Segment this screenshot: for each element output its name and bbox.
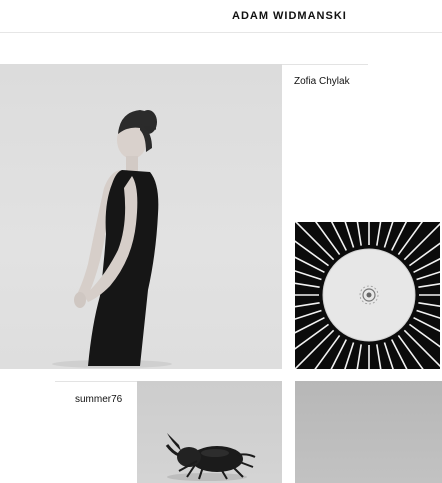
page: ADAM WIDMANSKI Zofia Chylak summer76 [0, 0, 442, 483]
photo-grey-abstract[interactable] [295, 381, 442, 483]
photo-credit-zofia[interactable]: Zofia Chylak [294, 76, 350, 87]
site-brand[interactable]: ADAM WIDMANSKI [232, 10, 347, 22]
photo-credit-summer76[interactable]: summer76 [75, 394, 122, 405]
photo-beetle[interactable] [137, 381, 282, 483]
photo-portrait[interactable] [0, 64, 282, 369]
dome-light-image [295, 222, 440, 369]
beetle-image [165, 433, 256, 481]
portrait-image [52, 110, 172, 368]
photo-dome-light[interactable] [295, 222, 440, 369]
site-header: ADAM WIDMANSKI [0, 0, 442, 33]
divider [282, 64, 368, 65]
divider [55, 381, 137, 382]
